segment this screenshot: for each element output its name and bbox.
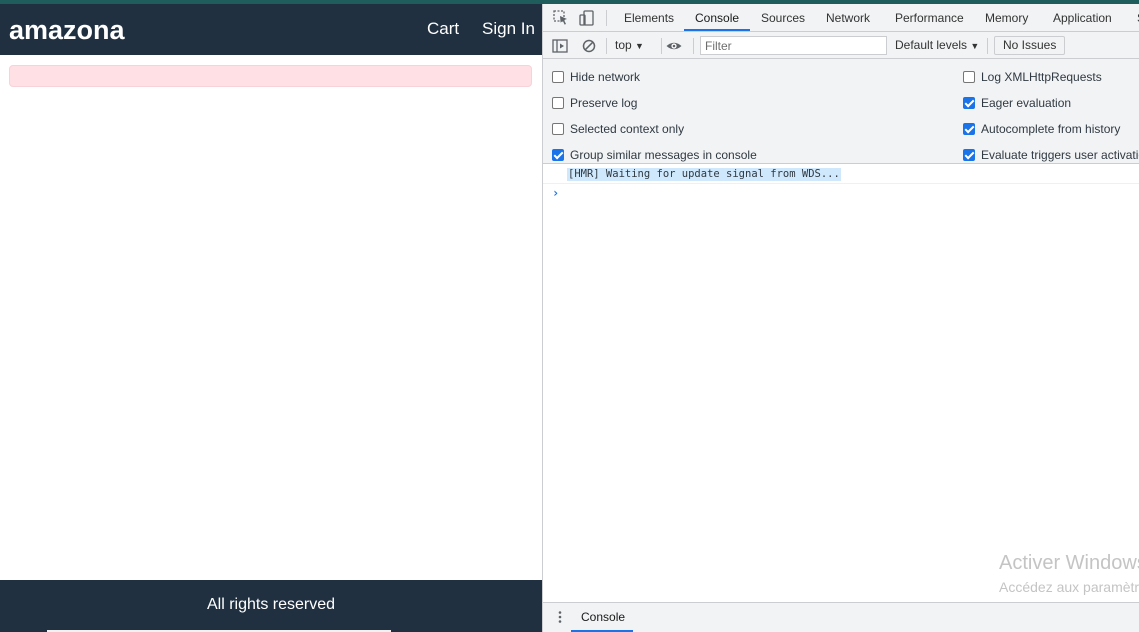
console-prompt-chevron-icon[interactable]: ›	[552, 186, 559, 200]
setting-hide-network[interactable]: Hide network	[552, 69, 640, 85]
dropdown-triangle-icon: ▼	[970, 41, 980, 51]
app-header: amazona Cart Sign In	[0, 4, 542, 55]
filter-input[interactable]	[700, 36, 887, 55]
tab-console[interactable]: Console	[695, 4, 739, 32]
devtools-tabbar: Elements Console Sources Network Perform…	[543, 4, 1139, 32]
tabbar-separator	[606, 10, 607, 26]
autocomplete-checkbox[interactable]	[963, 123, 975, 135]
setting-group-similar[interactable]: Group similar messages in console	[552, 147, 757, 163]
group-similar-checkbox[interactable]	[552, 149, 564, 161]
toolbar-separator	[987, 38, 988, 54]
error-alert-box	[9, 65, 532, 87]
eval-triggers-label: Evaluate triggers user activation	[981, 148, 1139, 162]
context-selector-value: top	[615, 38, 632, 52]
console-settings-pane: Hide network Preserve log Selected conte…	[543, 59, 1139, 164]
devtools-drawer: Console	[543, 602, 1139, 632]
toolbar-separator	[693, 38, 694, 54]
setting-eager-eval[interactable]: Eager evaluation	[963, 95, 1071, 111]
tab-memory[interactable]: Memory	[985, 4, 1028, 32]
drawer-menu-icon[interactable]	[555, 610, 565, 624]
preserve-log-checkbox[interactable]	[552, 97, 564, 109]
tab-elements[interactable]: Elements	[624, 4, 674, 32]
dropdown-triangle-icon: ▼	[635, 41, 644, 51]
nav-cart-link[interactable]: Cart	[427, 19, 459, 39]
setting-eval-triggers[interactable]: Evaluate triggers user activation	[963, 147, 1139, 163]
hide-network-label: Hide network	[570, 70, 641, 84]
selected-context-checkbox[interactable]	[552, 123, 564, 135]
autocomplete-label: Autocomplete from history	[981, 122, 1121, 136]
setting-log-xhr[interactable]: Log XMLHttpRequests	[963, 69, 1102, 85]
eager-eval-checkbox[interactable]	[963, 97, 975, 109]
toolbar-separator	[606, 38, 607, 54]
tab-application[interactable]: Application	[1053, 4, 1112, 32]
setting-autocomplete[interactable]: Autocomplete from history	[963, 121, 1120, 137]
console-message-text[interactable]: [HMR] Waiting for update signal from WDS…	[567, 168, 841, 181]
eval-triggers-checkbox[interactable]	[963, 149, 975, 161]
app-footer: All rights reserved	[0, 580, 542, 632]
brand-logo-link[interactable]: amazona	[9, 13, 125, 47]
preserve-log-label: Preserve log	[570, 96, 638, 110]
log-xhr-checkbox[interactable]	[963, 71, 975, 83]
sidebar-toggle-icon[interactable]	[551, 37, 569, 55]
footer-text: All rights reserved	[206, 596, 336, 613]
tab-sources[interactable]: Sources	[761, 4, 805, 32]
clear-console-icon[interactable]	[580, 37, 598, 55]
log-levels-label: Default levels	[895, 38, 968, 52]
tab-performance[interactable]: Performance	[895, 4, 964, 32]
app-viewport: amazona Cart Sign In All rights reserved	[0, 4, 542, 632]
toolbar-separator	[661, 38, 662, 54]
issues-button[interactable]: No Issues	[994, 36, 1066, 55]
hide-network-checkbox[interactable]	[552, 71, 564, 83]
console-message-row[interactable]: [HMR] Waiting for update signal from WDS…	[543, 165, 1139, 184]
tab-network[interactable]: Network	[826, 4, 870, 32]
context-selector[interactable]: top ▼	[615, 38, 644, 52]
inspect-element-icon[interactable]	[552, 9, 570, 27]
windows-activation-watermark-title: Activer Windows	[999, 552, 1139, 574]
devtools-panel: Elements Console Sources Network Perform…	[542, 4, 1139, 632]
eye-icon[interactable]	[665, 37, 683, 55]
selected-context-label: Selected context only	[570, 122, 685, 136]
setting-selected-context[interactable]: Selected context only	[552, 121, 684, 137]
nav-signin-link[interactable]: Sign In	[482, 19, 535, 39]
device-toolbar-icon[interactable]	[578, 9, 596, 27]
eager-eval-label: Eager evaluation	[981, 96, 1072, 110]
setting-preserve-log[interactable]: Preserve log	[552, 95, 637, 111]
log-xhr-label: Log XMLHttpRequests	[981, 70, 1102, 84]
windows-activation-watermark-subtitle: Accédez aux paramètres	[999, 579, 1139, 595]
console-toolbar: top ▼ Default levels ▼ No Issues	[543, 32, 1139, 59]
group-similar-label: Group similar messages in console	[570, 148, 757, 162]
drawer-tab-console[interactable]: Console	[581, 610, 625, 624]
active-tab-indicator	[684, 29, 750, 31]
log-levels-dropdown[interactable]: Default levels ▼	[895, 38, 979, 52]
